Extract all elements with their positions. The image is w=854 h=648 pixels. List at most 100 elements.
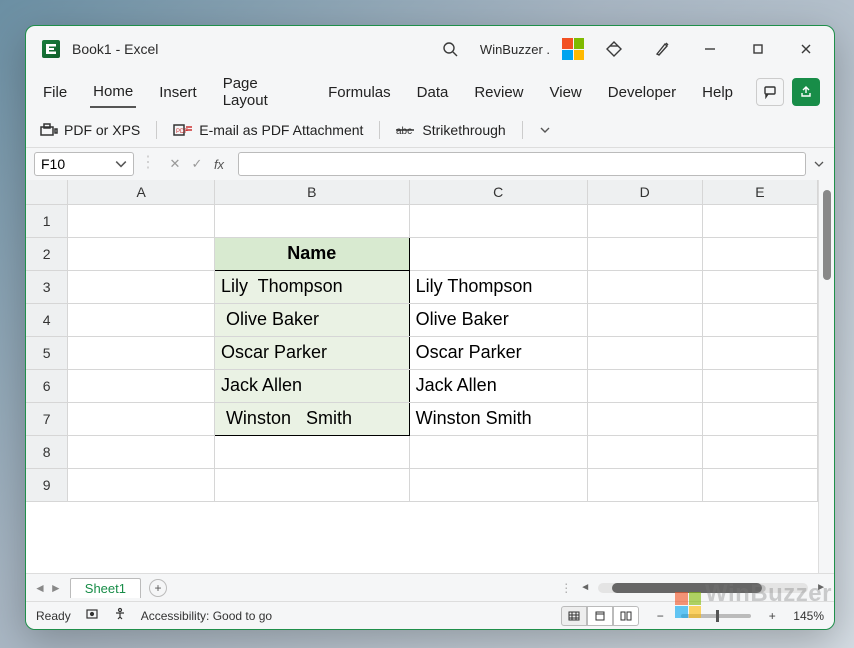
cell[interactable] <box>702 402 817 435</box>
name-box[interactable]: F10 <box>34 152 134 176</box>
tab-file[interactable]: File <box>40 78 70 107</box>
cell[interactable] <box>587 336 702 369</box>
cell[interactable] <box>68 468 215 501</box>
view-page-layout-button[interactable] <box>587 606 613 626</box>
add-sheet-button[interactable]: + <box>149 579 167 597</box>
tab-view[interactable]: View <box>547 78 585 107</box>
cell[interactable] <box>702 435 817 468</box>
view-normal-button[interactable] <box>561 606 587 626</box>
cell-C3[interactable]: Lily Thompson <box>409 270 587 303</box>
minimize-button[interactable] <box>692 31 728 67</box>
zoom-out-button[interactable]: − <box>653 609 667 623</box>
row-header-2[interactable]: 2 <box>26 237 68 270</box>
premium-icon[interactable] <box>596 31 632 67</box>
formula-input[interactable] <box>238 152 806 176</box>
zoom-slider[interactable] <box>681 614 751 618</box>
cell[interactable] <box>702 237 817 270</box>
cell-B4[interactable]: Olive Baker <box>214 303 409 336</box>
cell[interactable] <box>68 303 215 336</box>
comments-button[interactable] <box>756 78 784 106</box>
insert-function-icon[interactable]: fx <box>210 157 228 172</box>
cell[interactable] <box>68 270 215 303</box>
tab-review[interactable]: Review <box>471 78 526 107</box>
tell-me-search-icon[interactable] <box>432 31 468 67</box>
column-header-E[interactable]: E <box>702 180 817 204</box>
cell-B6[interactable]: Jack Allen <box>214 369 409 402</box>
column-header-B[interactable]: B <box>214 180 409 204</box>
cell[interactable] <box>587 303 702 336</box>
cell[interactable] <box>68 204 215 237</box>
qat-email-pdf[interactable]: PDF E-mail as PDF Attachment <box>173 122 363 138</box>
sheet-tab-sheet1[interactable]: Sheet1 <box>70 578 141 598</box>
cell[interactable] <box>214 204 409 237</box>
cell-B7[interactable]: Winston Smith <box>214 402 409 435</box>
hscroll-right[interactable]: ► <box>816 582 826 593</box>
view-page-break-button[interactable] <box>613 606 639 626</box>
select-all-triangle[interactable] <box>26 180 68 204</box>
maximize-button[interactable] <box>740 31 776 67</box>
cell-B2[interactable]: Name <box>214 237 409 270</box>
chevron-down-icon[interactable] <box>115 158 127 170</box>
cell[interactable] <box>68 369 215 402</box>
row-header-6[interactable]: 6 <box>26 369 68 402</box>
cell[interactable] <box>702 303 817 336</box>
cell[interactable] <box>587 369 702 402</box>
cell-C4[interactable]: Olive Baker <box>409 303 587 336</box>
copilot-icon[interactable] <box>644 31 680 67</box>
row-header-5[interactable]: 5 <box>26 336 68 369</box>
column-header-C[interactable]: C <box>409 180 587 204</box>
cell[interactable] <box>587 270 702 303</box>
tab-data[interactable]: Data <box>414 78 452 107</box>
row-header-9[interactable]: 9 <box>26 468 68 501</box>
cell-C7[interactable]: Winston Smith <box>409 402 587 435</box>
zoom-in-button[interactable]: + <box>765 609 779 623</box>
horizontal-scrollbar[interactable] <box>598 583 808 593</box>
cell[interactable] <box>702 369 817 402</box>
scroll-thumb[interactable] <box>612 583 762 593</box>
tab-formulas[interactable]: Formulas <box>325 78 394 107</box>
cell[interactable] <box>409 204 587 237</box>
cell-C6[interactable]: Jack Allen <box>409 369 587 402</box>
tab-page-layout[interactable]: Page Layout <box>220 69 305 115</box>
cell[interactable] <box>409 435 587 468</box>
cell[interactable] <box>587 468 702 501</box>
row-header-1[interactable]: 1 <box>26 204 68 237</box>
cell[interactable] <box>587 402 702 435</box>
splitter-dots[interactable]: ⋮ <box>560 581 572 595</box>
cell-grid[interactable]: A B C D E 1 2Name 3Lily ThompsonLily Tho… <box>26 180 818 573</box>
cell[interactable] <box>587 204 702 237</box>
cell[interactable] <box>702 204 817 237</box>
cell[interactable] <box>214 435 409 468</box>
cell[interactable] <box>68 336 215 369</box>
qat-customize-dropdown[interactable] <box>539 124 551 136</box>
cell-B3[interactable]: Lily Thompson <box>214 270 409 303</box>
qat-strikethrough[interactable]: abc Strikethrough <box>396 122 505 138</box>
cell[interactable] <box>68 237 215 270</box>
row-header-7[interactable]: 7 <box>26 402 68 435</box>
cancel-formula-icon[interactable]: ✕ <box>166 156 184 172</box>
tab-developer[interactable]: Developer <box>605 78 679 107</box>
column-header-D[interactable]: D <box>587 180 702 204</box>
row-header-4[interactable]: 4 <box>26 303 68 336</box>
cell[interactable] <box>68 402 215 435</box>
cell[interactable] <box>702 270 817 303</box>
cell[interactable] <box>68 435 215 468</box>
vertical-scrollbar[interactable] <box>818 180 834 573</box>
cell[interactable] <box>214 468 409 501</box>
macro-record-icon[interactable] <box>85 607 99 624</box>
cell[interactable] <box>702 336 817 369</box>
cell[interactable] <box>587 237 702 270</box>
accessibility-icon[interactable] <box>113 607 127 624</box>
cell-C5[interactable]: Oscar Parker <box>409 336 587 369</box>
tab-insert[interactable]: Insert <box>156 78 200 107</box>
cell[interactable] <box>587 435 702 468</box>
tab-home[interactable]: Home <box>90 77 136 108</box>
cell[interactable] <box>702 468 817 501</box>
cell-B5[interactable]: Oscar Parker <box>214 336 409 369</box>
row-header-8[interactable]: 8 <box>26 435 68 468</box>
scroll-thumb[interactable] <box>823 190 831 280</box>
close-button[interactable] <box>788 31 824 67</box>
sheet-nav[interactable]: ◄► <box>34 581 62 595</box>
tab-help[interactable]: Help <box>699 78 736 107</box>
qat-pdf-or-xps[interactable]: PDF or XPS <box>40 122 140 138</box>
